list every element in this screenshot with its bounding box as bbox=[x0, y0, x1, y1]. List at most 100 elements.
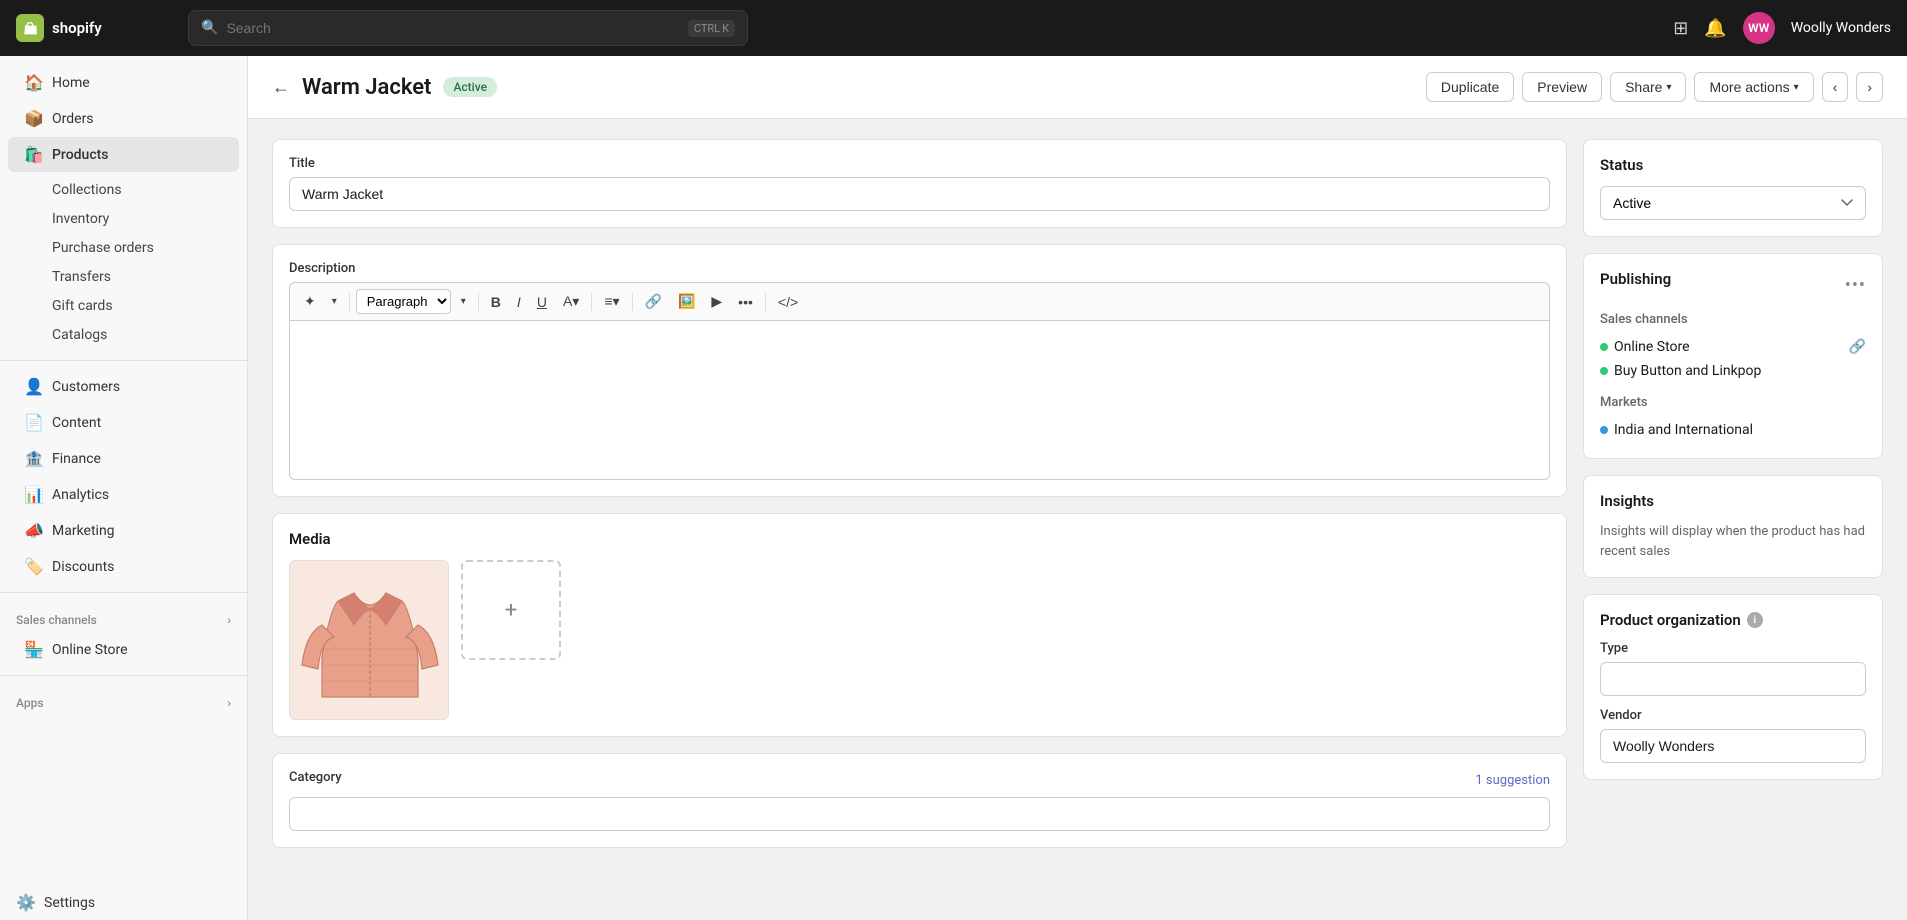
search-shortcut: CTRL K bbox=[688, 20, 735, 37]
sidebar-item-analytics-label: Analytics bbox=[52, 487, 109, 503]
sidebar-item-online-store-label: Online Store bbox=[52, 642, 128, 658]
more-actions-button[interactable]: More actions ▾ bbox=[1694, 72, 1813, 102]
search-bar[interactable]: 🔍 CTRL K bbox=[188, 10, 748, 46]
customers-icon: 👤 bbox=[24, 377, 42, 396]
insights-card: Insights Insights will display when the … bbox=[1583, 475, 1883, 578]
sidebar-item-transfers[interactable]: Transfers bbox=[8, 263, 239, 291]
rte-underline-btn[interactable]: U bbox=[531, 290, 553, 314]
description-card: Description ✦ ▾ Paragraph ▾ B I U A▾ bbox=[272, 244, 1567, 497]
logo-text: shopify bbox=[52, 19, 102, 37]
apps-chevron[interactable]: › bbox=[227, 696, 231, 710]
publishing-menu-button[interactable]: ••• bbox=[1845, 275, 1866, 296]
product-org-info-icon[interactable]: i bbox=[1747, 612, 1763, 628]
media-item-jacket[interactable] bbox=[289, 560, 449, 720]
sidebar-item-marketing[interactable]: 📣 Marketing bbox=[8, 513, 239, 548]
category-suggestion-link[interactable]: 1 suggestion bbox=[1475, 773, 1550, 788]
rte-body[interactable] bbox=[289, 320, 1550, 480]
page-title: Warm Jacket bbox=[302, 75, 431, 100]
title-input[interactable] bbox=[289, 177, 1550, 211]
description-label: Description bbox=[289, 261, 1550, 276]
sales-channels-chevron[interactable]: › bbox=[227, 613, 231, 627]
rte-image-btn[interactable]: 🖼️ bbox=[672, 289, 701, 314]
back-button[interactable]: ← bbox=[272, 77, 290, 98]
rte-more-btn[interactable]: ••• bbox=[732, 290, 759, 314]
next-button[interactable]: › bbox=[1856, 72, 1883, 102]
vendor-input[interactable] bbox=[1600, 729, 1866, 763]
sidebar-item-collections[interactable]: Collections bbox=[8, 176, 239, 204]
sidebar-item-catalogs[interactable]: Catalogs bbox=[8, 321, 239, 349]
rte-align-btn[interactable]: ≡▾ bbox=[598, 289, 625, 314]
purchase-orders-label: Purchase orders bbox=[52, 240, 154, 256]
status-card: Status Active Draft bbox=[1583, 139, 1883, 237]
sidebar-item-analytics[interactable]: 📊 Analytics bbox=[8, 477, 239, 512]
rte-ai-btn[interactable]: ✦ bbox=[298, 289, 322, 314]
sidebar-item-discounts[interactable]: 🏷️ Discounts bbox=[8, 549, 239, 584]
rte-italic-btn[interactable]: I bbox=[511, 290, 527, 314]
more-actions-chevron-icon: ▾ bbox=[1794, 82, 1799, 93]
publishing-title: Publishing bbox=[1600, 270, 1671, 288]
rte-code-btn[interactable]: </> bbox=[772, 290, 804, 314]
sidebar-item-content[interactable]: 📄 Content bbox=[8, 405, 239, 440]
category-header: Category 1 suggestion bbox=[289, 770, 1550, 791]
rte-sep-4 bbox=[632, 293, 633, 311]
media-add-button[interactable]: + bbox=[461, 560, 561, 660]
main-content: ← Warm Jacket Active Duplicate Preview S… bbox=[248, 56, 1907, 920]
title-label: Title bbox=[289, 156, 1550, 171]
sidebar-divider-2 bbox=[0, 592, 247, 593]
publishing-header: Publishing ••• bbox=[1600, 270, 1866, 300]
layout: 🏠 Home 📦 Orders 🛍️ Products Collections … bbox=[0, 0, 1907, 920]
rte-video-btn[interactable]: ▶ bbox=[705, 289, 728, 314]
collections-label: Collections bbox=[52, 182, 122, 198]
discounts-icon: 🏷️ bbox=[24, 557, 42, 576]
online-store-icon: 🏪 bbox=[24, 640, 42, 659]
logo[interactable]: shopify bbox=[16, 14, 176, 42]
sidebar-item-online-store[interactable]: 🏪 Online Store bbox=[8, 632, 239, 667]
store-name[interactable]: Woolly Wonders bbox=[1791, 20, 1891, 36]
finance-icon: 🏦 bbox=[24, 449, 42, 468]
sidebar-item-purchase-orders[interactable]: Purchase orders bbox=[8, 234, 239, 262]
category-input[interactable] bbox=[289, 797, 1550, 831]
sidebar-item-customers[interactable]: 👤 Customers bbox=[8, 369, 239, 404]
product-main-column: Title Description ✦ ▾ Paragraph ▾ bbox=[272, 139, 1567, 848]
preview-button[interactable]: Preview bbox=[1522, 72, 1602, 102]
share-button[interactable]: Share ▾ bbox=[1610, 72, 1686, 102]
rte-ai-chevron[interactable]: ▾ bbox=[326, 292, 343, 311]
avatar[interactable]: WW bbox=[1743, 12, 1775, 44]
products-submenu: Collections Inventory Purchase orders Tr… bbox=[0, 173, 247, 352]
bell-icon[interactable]: 🔔 bbox=[1704, 18, 1726, 39]
sidebar-item-products[interactable]: 🛍️ Products bbox=[8, 137, 239, 172]
media-label: Media bbox=[289, 530, 1550, 548]
rte-para-chevron[interactable]: ▾ bbox=[455, 292, 472, 311]
online-store-dot bbox=[1600, 343, 1608, 351]
rte-paragraph-select[interactable]: Paragraph bbox=[356, 289, 451, 314]
sidebar-item-gift-cards[interactable]: Gift cards bbox=[8, 292, 239, 320]
rte-link-btn[interactable]: 🔗 bbox=[639, 289, 668, 314]
vendor-field: Vendor bbox=[1600, 708, 1866, 763]
sidebar-item-inventory[interactable]: Inventory bbox=[8, 205, 239, 233]
online-store-link-icon[interactable]: 🔗 bbox=[1849, 339, 1866, 355]
sidebar-item-finance[interactable]: 🏦 Finance bbox=[8, 441, 239, 476]
sales-channels-section: Sales channels › bbox=[0, 601, 247, 631]
duplicate-button[interactable]: Duplicate bbox=[1426, 72, 1514, 102]
header-actions: Duplicate Preview Share ▾ More actions ▾… bbox=[1426, 72, 1883, 102]
rte-sep-2 bbox=[478, 293, 479, 311]
insights-description: Insights will display when the product h… bbox=[1600, 522, 1866, 561]
buy-button-dot bbox=[1600, 367, 1608, 375]
channel-online-store-name: Online Store bbox=[1600, 339, 1690, 355]
status-select[interactable]: Active Draft bbox=[1600, 186, 1866, 220]
shopify-bag-icon bbox=[16, 14, 44, 42]
prev-button[interactable]: ‹ bbox=[1822, 72, 1849, 102]
active-badge: Active bbox=[443, 77, 497, 97]
sidebar-item-home[interactable]: 🏠 Home bbox=[8, 65, 239, 100]
search-input[interactable] bbox=[226, 20, 687, 36]
transfers-label: Transfers bbox=[52, 269, 111, 285]
grid-icon[interactable]: ⊞ bbox=[1673, 18, 1688, 39]
rte-bold-btn[interactable]: B bbox=[485, 290, 507, 314]
sidebar-item-orders[interactable]: 📦 Orders bbox=[8, 101, 239, 136]
gift-cards-label: Gift cards bbox=[52, 298, 113, 314]
status-card-title: Status bbox=[1600, 156, 1866, 174]
sidebar-item-settings[interactable]: ⚙️ Settings bbox=[0, 885, 247, 920]
rte-color-btn[interactable]: A▾ bbox=[557, 289, 585, 314]
sidebar-item-finance-label: Finance bbox=[52, 451, 101, 467]
type-input[interactable] bbox=[1600, 662, 1866, 696]
